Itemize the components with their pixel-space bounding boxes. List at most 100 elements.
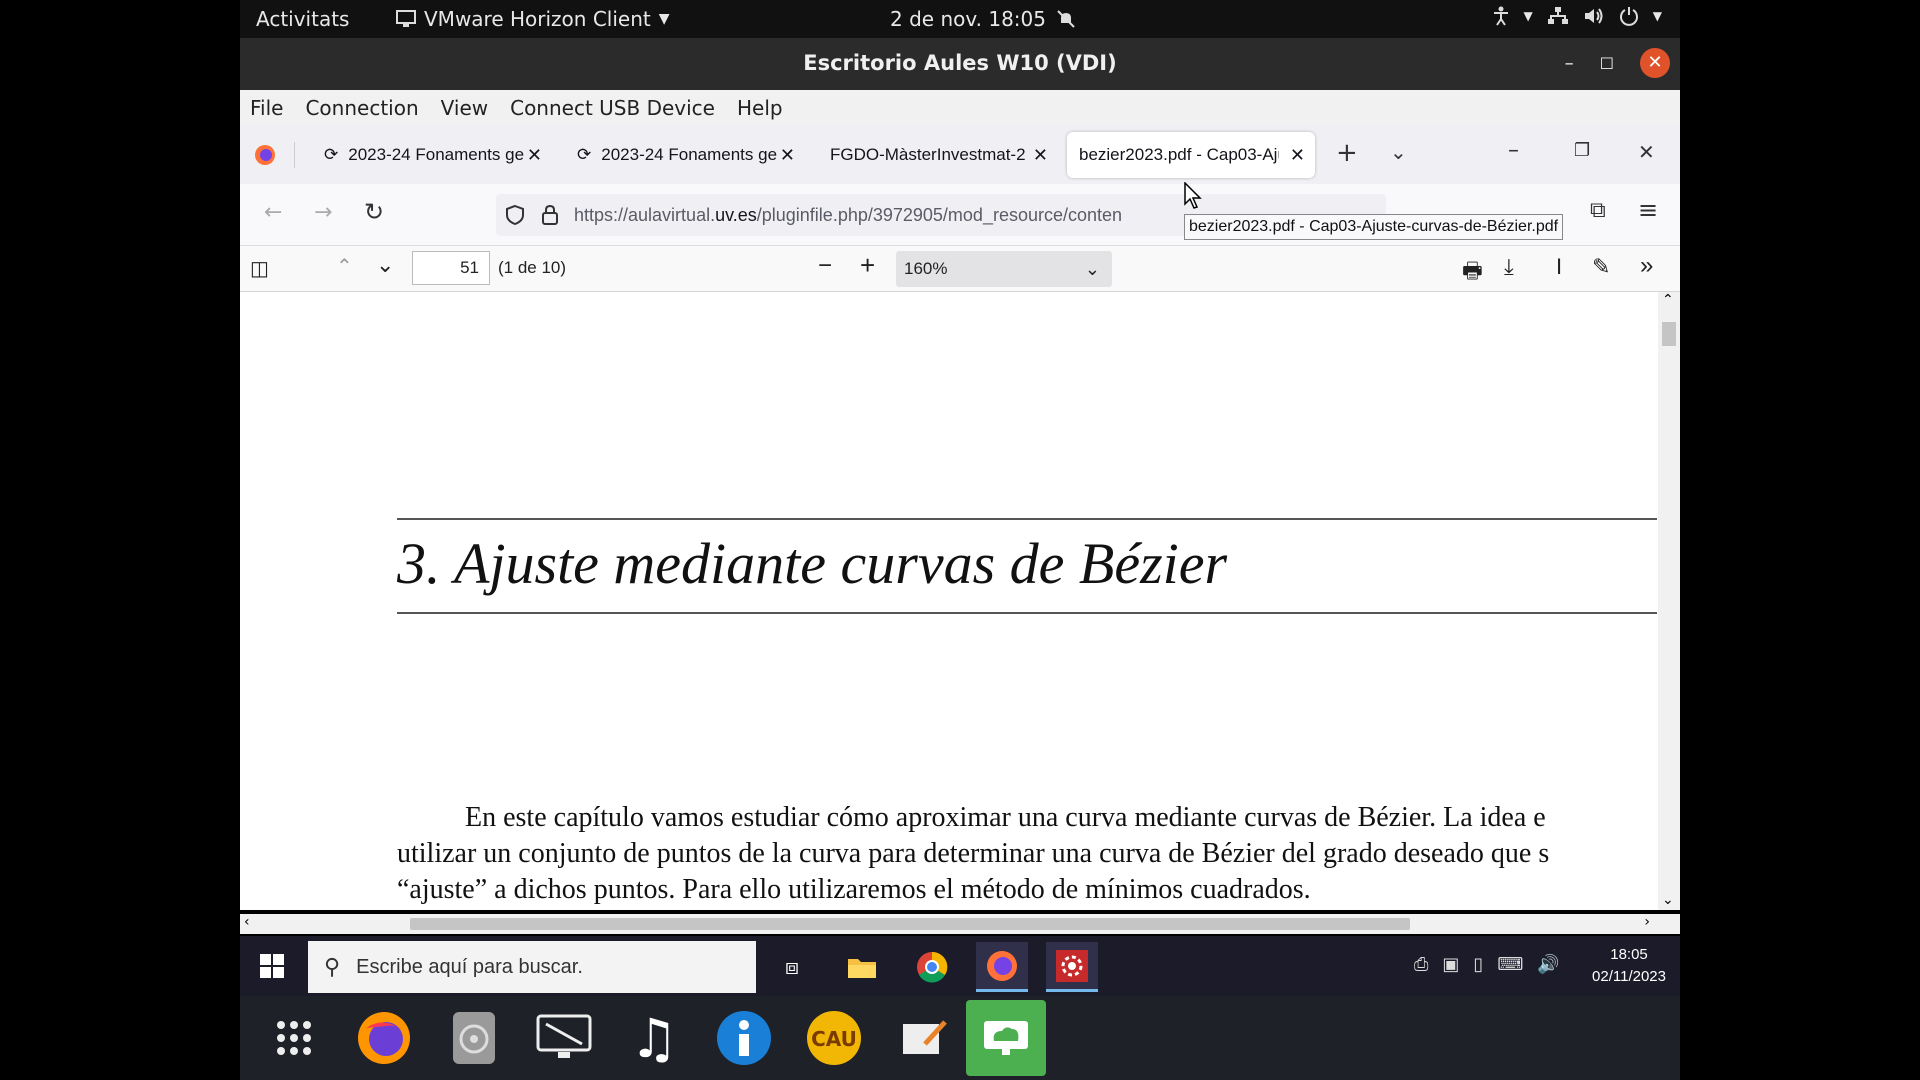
close-icon[interactable]: ✕ (1290, 145, 1305, 166)
print-icon[interactable]: 🖶 (1462, 254, 1483, 292)
maximize-icon[interactable]: ☐ (1600, 54, 1614, 73)
tab-title: FGDO-MàsterInvestmat-23 (830, 145, 1026, 164)
search-placeholder: Escribe aquí para buscar. (356, 955, 583, 978)
moodle-icon: ⟳ (324, 145, 339, 164)
url-host: uv.es (715, 204, 757, 225)
text-tool-icon[interactable]: I (1556, 254, 1562, 280)
taskbar-search[interactable]: ⚲ Escribe aquí para buscar. (308, 941, 756, 993)
scrollbar-thumb[interactable] (1662, 322, 1676, 346)
minimize-icon[interactable]: – (1508, 138, 1519, 163)
menu-connect-usb-device[interactable]: Connect USB Device (510, 96, 715, 120)
zoom-select[interactable]: 160% ⌄ (896, 251, 1112, 287)
shield-icon (506, 204, 524, 226)
taskbar-app-red[interactable] (1046, 942, 1098, 992)
list-all-tabs-icon[interactable]: ⌄ (1390, 140, 1407, 164)
dock-disk-app[interactable] (442, 1006, 506, 1070)
scroll-right-icon[interactable]: › (1644, 914, 1650, 930)
menu-connection[interactable]: Connection (305, 96, 418, 120)
gnome-top-bar: Activitats VMware Horizon Client ▼ 2 de … (240, 0, 1680, 38)
previous-page-icon[interactable]: ⌃ (336, 254, 353, 279)
draw-tool-icon[interactable]: ✎ (1592, 254, 1610, 280)
start-button[interactable] (260, 954, 284, 982)
menu-help[interactable]: Help (737, 96, 783, 120)
system-tray[interactable]: ▼ ▼ (1492, 6, 1662, 26)
extensions-icon[interactable]: ⧉ (1590, 198, 1606, 223)
firefox-icon (987, 950, 1017, 981)
sidebar-toggle-icon[interactable]: ◫ (250, 256, 269, 281)
firefox-icon (358, 1012, 410, 1064)
url-text: https://aulavirtual.uv.es/pluginfile.php… (574, 205, 1122, 226)
monitor-icon (396, 10, 416, 27)
folder-icon (848, 959, 876, 978)
tab-bezier-pdf[interactable]: bezier2023.pdf - Cap03-Aju ✕ (1067, 132, 1315, 178)
taskbar-firefox[interactable] (976, 942, 1028, 992)
ubuntu-dock: ♫ CAU (240, 996, 1680, 1080)
dock-vmware-horizon[interactable] (966, 1000, 1046, 1076)
close-icon[interactable]: ✕ (1638, 140, 1655, 164)
vmware-titlebar: Escritorio Aules W10 (VDI) – ☐ ✕ (240, 38, 1680, 90)
chevron-down-icon: ▼ (1652, 9, 1662, 23)
window-controls: – ☐ ✕ (1565, 48, 1670, 78)
back-icon[interactable]: ← (264, 200, 282, 225)
firefox-view-button[interactable] (254, 144, 276, 170)
close-icon[interactable]: ✕ (1640, 48, 1670, 78)
next-page-icon[interactable]: ⌄ (376, 252, 394, 278)
moodle-icon: ⟳ (577, 145, 592, 164)
show-apps-button[interactable] (262, 1006, 326, 1070)
system-tray-icons[interactable]: ⎙ ▣ ▯ ⌨ 🔊 (1414, 954, 1560, 975)
tab-fonaments-2[interactable]: ⟳ 2023-24 Fonaments ge ✕ (565, 132, 805, 178)
scrollbar-thumb[interactable] (410, 918, 1410, 930)
scroll-up-icon[interactable]: ⌃ (1662, 292, 1674, 308)
menu-view[interactable]: View (441, 96, 488, 120)
chrome-icon (917, 951, 948, 983)
close-icon[interactable]: ✕ (1033, 145, 1048, 166)
new-tab-icon[interactable]: + (1336, 138, 1358, 168)
forward-icon[interactable]: → (314, 200, 332, 225)
vertical-scrollbar[interactable]: ⌃ ⌄ (1658, 292, 1680, 910)
scroll-down-icon[interactable]: ⌄ (1662, 892, 1674, 908)
paragraph-line: En este capítulo vamos estudiar cómo apr… (465, 802, 1546, 833)
volume-icon: 🔊 (1537, 954, 1560, 975)
tab-fonaments-1[interactable]: ⟳ 2023-24 Fonaments ge ✕ (312, 132, 552, 178)
page-number-input[interactable]: 51 (412, 251, 490, 285)
notes-icon (903, 1020, 947, 1054)
svg-text:CAU: CAU (811, 1027, 857, 1051)
tab-fgdo[interactable]: FGDO-MàsterInvestmat-23 ✕ (818, 132, 1058, 178)
usb-icon: ▯ (1473, 954, 1484, 975)
chevron-down-icon: ▼ (658, 11, 670, 27)
taskbar-chrome[interactable] (906, 942, 958, 992)
cloud-icon (984, 1021, 1028, 1055)
reload-icon[interactable]: ↻ (364, 198, 384, 226)
dock-notes[interactable] (892, 1006, 956, 1070)
dock-cau[interactable]: CAU (802, 1006, 866, 1070)
horizontal-scrollbar[interactable]: ‹ › (240, 914, 1680, 934)
dock-remote-desktop[interactable] (532, 1006, 596, 1070)
dock-info[interactable] (712, 1006, 776, 1070)
tools-menu-icon[interactable]: » (1640, 252, 1653, 280)
download-icon[interactable]: ⤓ (1504, 254, 1514, 280)
menu-file[interactable]: File (250, 96, 283, 120)
dock-music[interactable]: ♫ (622, 1006, 686, 1070)
app-menu[interactable]: VMware Horizon Client ▼ (396, 7, 670, 31)
tab-title: 2023-24 Fonaments ge (601, 145, 778, 164)
close-icon[interactable]: ✕ (527, 145, 542, 166)
paragraph-line: utilizar un conjunto de puntos de la cur… (397, 838, 1550, 869)
taskbar-file-explorer[interactable] (836, 942, 888, 992)
scroll-left-icon[interactable]: ‹ (244, 914, 250, 930)
dock-firefox[interactable] (352, 1006, 416, 1070)
zoom-out-icon[interactable]: − (818, 252, 832, 280)
date-time[interactable]: 2 de nov. 18:05 (890, 7, 1076, 31)
close-icon[interactable]: ✕ (780, 145, 795, 166)
restore-icon[interactable]: ❐ (1574, 140, 1590, 161)
minimize-icon[interactable]: – (1565, 53, 1574, 74)
zoom-value: 160% (904, 259, 948, 278)
pdf-viewer[interactable]: 3. Ajuste mediante curvas de Bézier En e… (240, 292, 1680, 910)
system-clock[interactable]: 18:05 02/11/2023 (1592, 944, 1666, 988)
printer-icon: ⎙ (1414, 954, 1429, 975)
tab-title: bezier2023.pdf - Cap03-Aju (1079, 145, 1279, 164)
task-view-button[interactable]: ⧈ (766, 942, 818, 992)
power-icon (1619, 7, 1638, 26)
activities-button[interactable]: Activitats (256, 7, 349, 31)
menu-icon[interactable]: ≡ (1638, 196, 1658, 224)
zoom-in-icon[interactable]: + (860, 250, 875, 281)
